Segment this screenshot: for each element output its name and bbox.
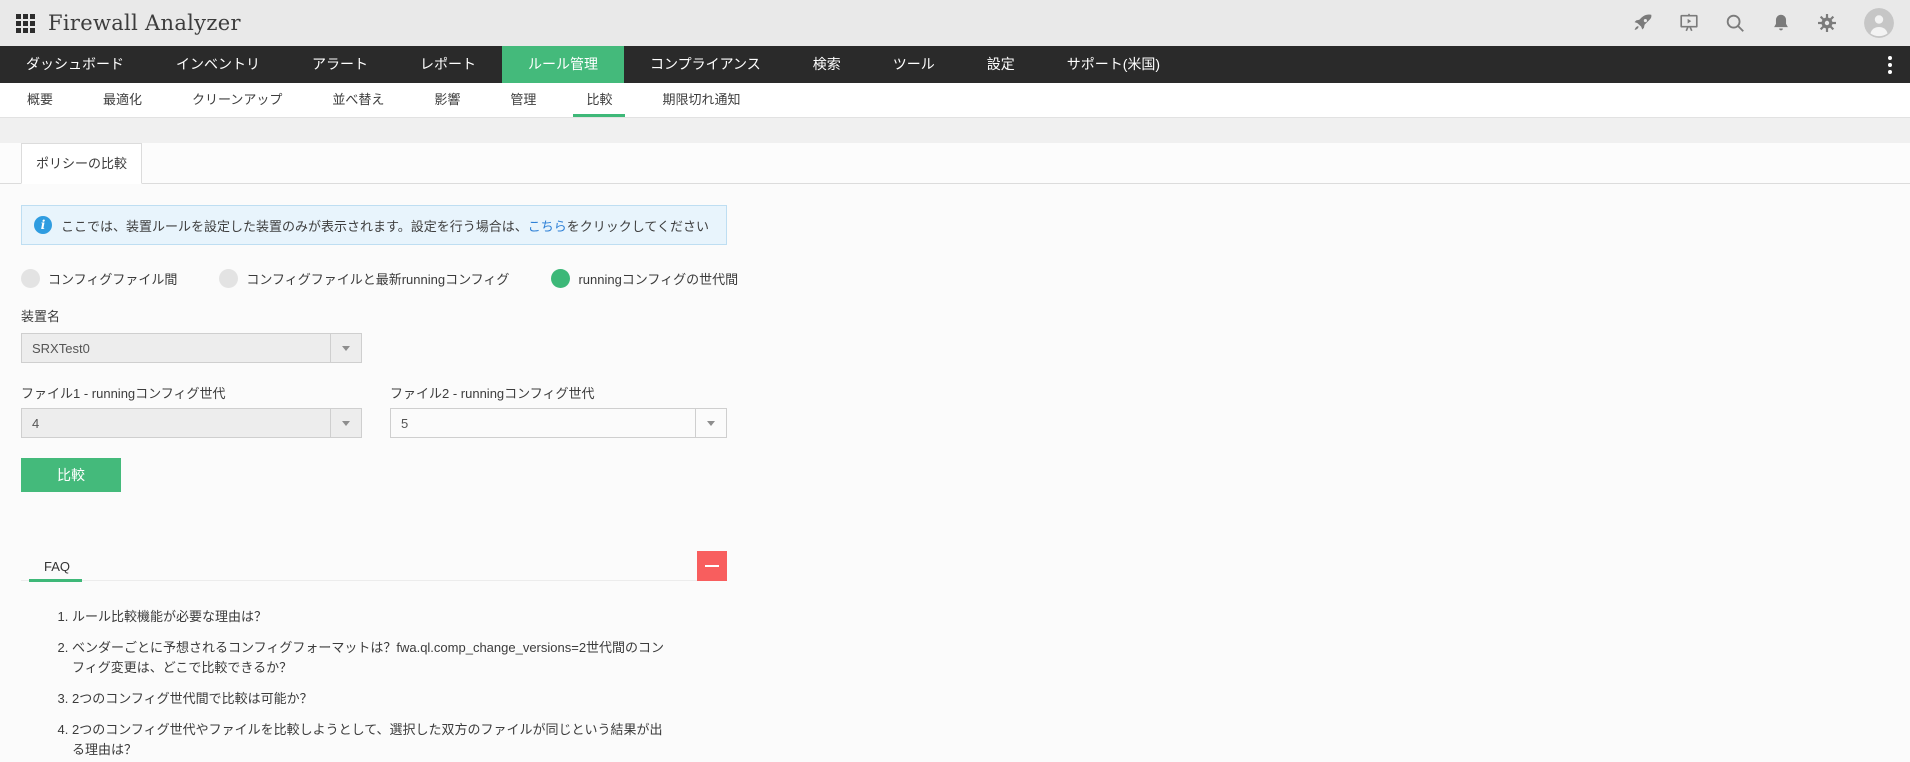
radio-label: コンフィグファイル間	[48, 272, 178, 287]
subnav-item-optimization[interactable]: 最適化	[78, 83, 167, 117]
comparison-form: i ここでは、装置ルールを設定した装置のみが表示されます。設定を行う場合は、 こち…	[0, 205, 1910, 760]
faq-collapse-button[interactable]	[697, 551, 727, 581]
radio-label: runningコンフィグの世代間	[578, 272, 739, 287]
info-banner-text: ここでは、装置ルールを設定した装置のみが表示されます。設定を行う場合は、	[61, 218, 528, 234]
more-menu-kebab-icon[interactable]	[1870, 46, 1910, 83]
file2-generation-select[interactable]: 5	[390, 408, 727, 438]
search-icon[interactable]	[1724, 12, 1746, 34]
radio-config-vs-latest-running[interactable]: コンフィグファイルと最新runningコンフィグ	[219, 269, 509, 288]
page-tabstrip: ポリシーの比較	[0, 143, 1910, 184]
settings-gear-icon[interactable]	[1816, 12, 1838, 34]
file-selects-row: 4 5	[21, 408, 1910, 438]
compare-mode-radios: コンフィグファイル間 コンフィグファイルと最新runningコンフィグ runn…	[21, 269, 1910, 288]
demo-player-icon[interactable]	[1678, 12, 1700, 34]
nav-item-compliance[interactable]: コンプライアンス	[624, 46, 787, 83]
main-nav: ダッシュボード インベントリ アラート レポート ルール管理 コンプライアンス …	[0, 46, 1910, 83]
nav-item-search[interactable]: 検索	[787, 46, 867, 83]
radio-circle-icon	[551, 269, 571, 288]
nav-item-dashboard[interactable]: ダッシュボード	[0, 46, 150, 83]
faq-list: ルール比較機能が必要な理由は？ ベンダーごとに予想されるコンフィグフォーマットは…	[21, 607, 666, 760]
tab-policy-comparison[interactable]: ポリシーの比較	[21, 143, 143, 184]
nav-item-tools[interactable]: ツール	[867, 46, 961, 83]
rule-management-subnav: 概要 最適化 クリーンアップ 並べ替え 影響 管理 比較 期限切れ通知	[0, 83, 1910, 118]
top-header: Firewall Analyzer	[0, 0, 1910, 46]
nav-item-inventory[interactable]: インベントリ	[150, 46, 286, 83]
info-banner-text-suffix: をクリックしてください	[566, 218, 709, 234]
nav-item-reports[interactable]: レポート	[394, 46, 502, 83]
nav-item-alerts[interactable]: アラート	[286, 46, 394, 83]
faq-item: 2つのコンフィグ世代やファイルを比較しようとして、選択した双方のファイルが同じと…	[72, 720, 666, 760]
faq-item: ベンダーごとに予想されるコンフィグフォーマットは？fwa.ql.comp_cha…	[72, 638, 666, 678]
info-banner: i ここでは、装置ルールを設定した装置のみが表示されます。設定を行う場合は、 こち…	[21, 205, 727, 245]
radio-label: コンフィグファイルと最新runningコンフィグ	[246, 272, 510, 287]
file1-select-value: 4	[32, 415, 40, 431]
faq-header: FAQ	[21, 551, 727, 582]
faq-item: 2つのコンフィグ世代間で比較は可能か？	[72, 689, 666, 709]
spacer-band	[0, 118, 1910, 143]
faq-title: FAQ	[44, 559, 71, 574]
subnav-item-management[interactable]: 管理	[485, 83, 561, 117]
chevron-down-icon	[707, 421, 715, 430]
file-labels-row: ファイル1 - runningコンフィグ世代 ファイル2 - runningコン…	[21, 383, 1910, 402]
nav-item-support[interactable]: サポート(米国)	[1041, 46, 1186, 83]
apps-grid-icon[interactable]	[16, 13, 35, 33]
faq-active-underline	[29, 579, 82, 582]
header-actions	[1632, 8, 1894, 38]
device-select-arrow[interactable]	[330, 334, 361, 362]
compare-button[interactable]: 比較	[21, 458, 121, 492]
file2-select-arrow[interactable]	[695, 409, 726, 437]
radio-running-generations[interactable]: runningコンフィグの世代間	[551, 269, 738, 288]
faq-section: FAQ ルール比較機能が必要な理由は？ ベンダーごとに予想されるコンフィグフォー…	[21, 551, 727, 760]
file2-label: ファイル2 - runningコンフィグ世代	[390, 386, 595, 401]
file2-select-value: 5	[401, 415, 409, 431]
app-title: Firewall Analyzer	[48, 11, 241, 35]
rocket-icon[interactable]	[1632, 12, 1654, 34]
notifications-bell-icon[interactable]	[1770, 12, 1792, 34]
info-banner-link[interactable]: こちら	[528, 216, 567, 235]
subnav-item-expiry-notification[interactable]: 期限切れ通知	[637, 83, 765, 117]
chevron-down-icon	[342, 346, 350, 355]
device-select-value: SRXTest0	[32, 340, 90, 356]
radio-config-files[interactable]: コンフィグファイル間	[21, 269, 177, 288]
radio-circle-icon	[21, 269, 40, 288]
faq-item: ルール比較機能が必要な理由は？	[72, 607, 666, 627]
radio-circle-icon	[219, 269, 239, 288]
subnav-item-reorder[interactable]: 並べ替え	[307, 83, 409, 117]
file1-generation-select[interactable]: 4	[21, 408, 362, 438]
nav-item-settings[interactable]: 設定	[961, 46, 1041, 83]
subnav-item-impact[interactable]: 影響	[409, 83, 485, 117]
minus-icon	[705, 565, 719, 567]
info-icon: i	[34, 216, 52, 234]
device-select[interactable]: SRXTest0	[21, 333, 362, 363]
user-avatar-icon	[1864, 8, 1894, 38]
chevron-down-icon	[342, 421, 350, 430]
file1-select-arrow[interactable]	[330, 409, 361, 437]
user-avatar[interactable]	[1864, 8, 1894, 38]
subnav-item-overview[interactable]: 概要	[2, 83, 78, 117]
nav-item-rule-management[interactable]: ルール管理	[502, 46, 624, 83]
device-name-label: 装置名	[21, 309, 61, 324]
file1-label: ファイル1 - runningコンフィグ世代	[21, 386, 226, 401]
subnav-item-cleanup[interactable]: クリーンアップ	[167, 83, 307, 117]
subnav-item-comparison[interactable]: 比較	[561, 83, 637, 117]
